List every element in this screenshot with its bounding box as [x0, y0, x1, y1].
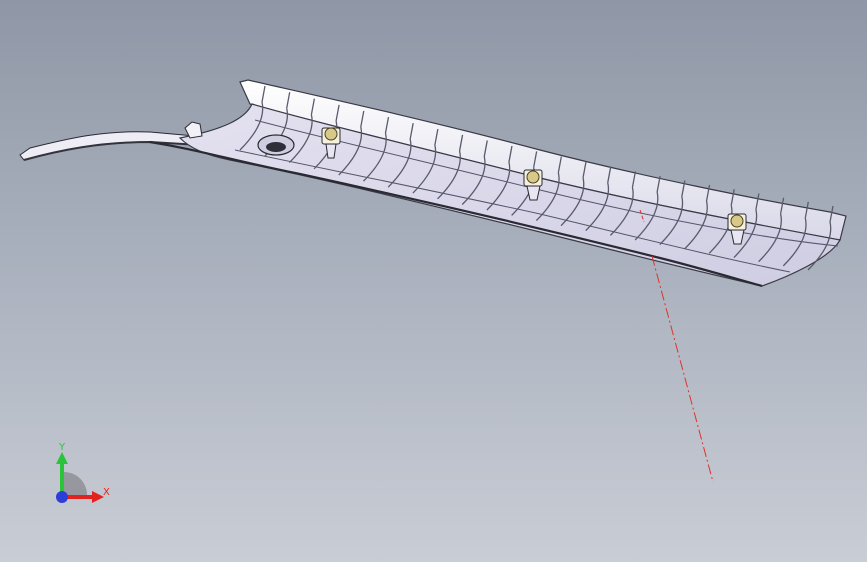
triad-y-label: Y: [59, 442, 66, 453]
triad-x-label: X: [103, 487, 110, 498]
mounting-boss-hole: [266, 142, 286, 152]
triad-quarter-arc: [64, 472, 87, 495]
axis-centerline: [651, 255, 714, 483]
triad-y-arrow: [56, 452, 68, 464]
trim-panel-model[interactable]: [0, 0, 867, 562]
graphics-viewport[interactable]: Y X: [0, 0, 867, 562]
triad-z-origin: [56, 491, 68, 503]
reference-triad[interactable]: Y X: [48, 440, 118, 510]
